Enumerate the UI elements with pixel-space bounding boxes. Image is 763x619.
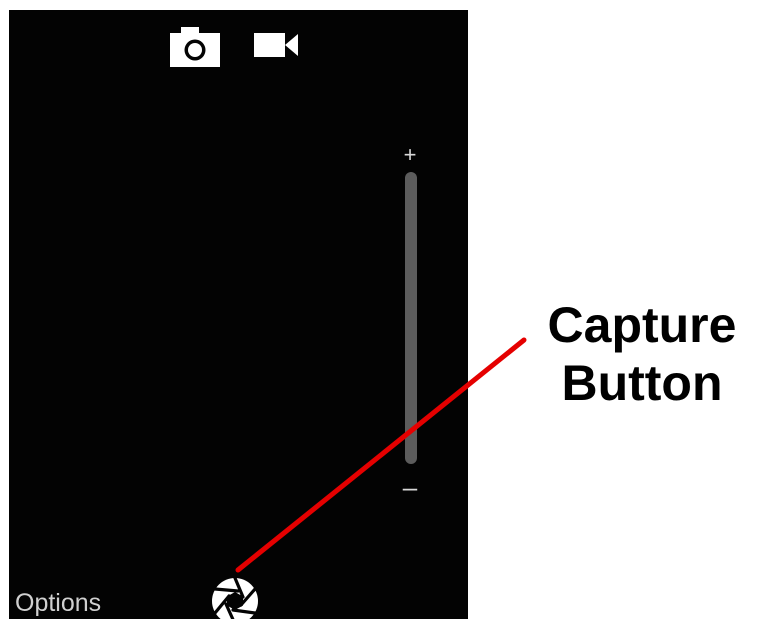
capture-button[interactable]	[211, 576, 259, 619]
callout-line-1: Capture	[547, 297, 737, 353]
photo-mode-button[interactable]	[169, 24, 221, 68]
tutorial-figure: + – Options Capture Button	[0, 0, 763, 619]
capture-button-callout: Capture Button	[528, 296, 756, 412]
camera-icon	[170, 27, 220, 67]
camera-viewfinder[interactable]: + – Options	[9, 10, 468, 619]
video-camera-icon	[254, 33, 298, 57]
zoom-out-label: –	[402, 472, 418, 502]
video-mode-button[interactable]	[253, 27, 299, 61]
zoom-in-label: +	[403, 142, 417, 167]
options-button[interactable]: Options	[15, 588, 101, 618]
shutter-aperture-icon	[212, 576, 258, 619]
zoom-slider[interactable]	[405, 172, 417, 464]
callout-line-2: Button	[561, 355, 723, 411]
